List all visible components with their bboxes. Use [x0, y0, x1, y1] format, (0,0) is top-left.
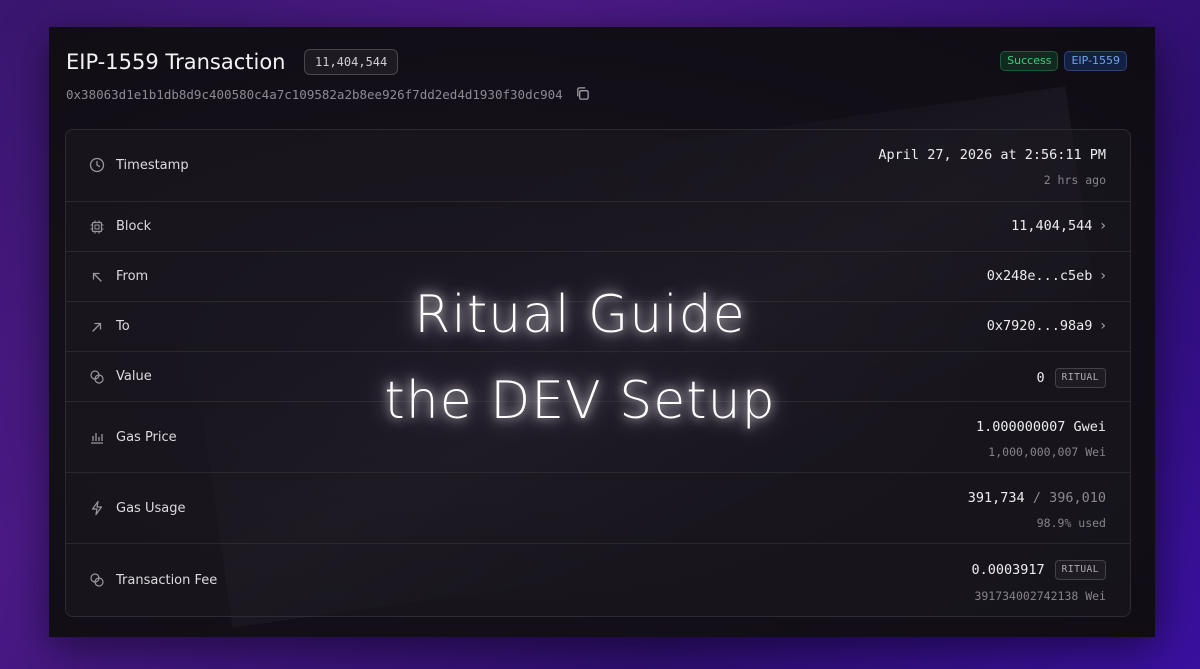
gas-used: 391,734	[967, 490, 1025, 506]
fee-wei: 391734002742138 Wei	[974, 589, 1106, 603]
gas-price-gwei: 1.000000007 Gwei	[975, 419, 1106, 435]
row-label: From	[116, 269, 149, 284]
timestamp-relative: 2 hrs ago	[1043, 173, 1106, 187]
row-to: To 0x7920...98a9 ›	[66, 301, 1130, 352]
gas-limit: 396,010	[1049, 490, 1106, 506]
to-address: 0x7920...98a9	[986, 318, 1093, 334]
from-address-link[interactable]: 0x248e...c5eb ›	[987, 268, 1106, 284]
fee-amount-wrap: 0.0003917 RITUAL	[972, 560, 1106, 580]
clock-icon	[89, 157, 105, 173]
gas-used-percent: 98.9% used	[1036, 516, 1106, 530]
unit-pill: RITUAL	[1054, 560, 1106, 580]
from-address: 0x248e...c5eb	[986, 268, 1093, 284]
timestamp-value: April 27, 2026 at 2:56:11 PM	[878, 147, 1106, 163]
row-label: Gas Usage	[116, 501, 186, 516]
row-label: To	[116, 319, 130, 334]
page-title: EIP-1559 Transaction	[66, 50, 286, 74]
coins-icon	[90, 370, 104, 384]
block-number-pill[interactable]: 11,404,544	[304, 49, 399, 75]
block-link[interactable]: 11,404,544 ›	[1011, 218, 1106, 234]
row-label: Transaction Fee	[116, 573, 218, 588]
arrow-up-left-icon	[92, 272, 102, 282]
row-transaction-fee: Transaction Fee 0.0003917 RITUAL 39173400…	[66, 543, 1130, 616]
row-label: Block	[116, 219, 152, 234]
unit-pill: RITUAL	[1054, 368, 1106, 388]
row-value: Value 0 RITUAL	[66, 351, 1130, 402]
bar-chart-icon	[91, 433, 103, 444]
row-timestamp: Timestamp April 27, 2026 at 2:56:11 PM 2…	[66, 130, 1130, 201]
transaction-details-table: Timestamp April 27, 2026 at 2:56:11 PM 2…	[65, 129, 1131, 617]
row-label: Timestamp	[116, 158, 189, 173]
chevron-right-icon: ›	[1100, 218, 1106, 234]
gas-separator: /	[1032, 490, 1041, 506]
coins-icon	[90, 573, 104, 587]
transaction-hash: 0x38063d1e1b1db8d9c400580c4a7c109582a2b8…	[66, 87, 563, 102]
row-gas-usage: Gas Usage 391,734 / 396,010 98.9% used	[66, 472, 1130, 544]
fee-amount: 0.0003917	[971, 562, 1045, 578]
gas-price-wei: 1,000,000,007 Wei	[988, 445, 1106, 459]
row-block: Block 11,404,544 ›	[66, 201, 1130, 252]
status-badge: Success	[1000, 51, 1059, 71]
status-badges: Success EIP-1559	[1000, 51, 1127, 71]
row-from: From 0x248e...c5eb ›	[66, 251, 1130, 302]
lightning-icon	[91, 500, 103, 516]
cpu-chip-icon	[90, 220, 104, 234]
to-address-link[interactable]: 0x7920...98a9 ›	[987, 318, 1106, 334]
copy-icon[interactable]	[575, 86, 590, 101]
tx-type-badge: EIP-1559	[1064, 51, 1127, 71]
value-amount-wrap: 0 RITUAL	[1037, 368, 1106, 388]
row-label: Value	[116, 369, 152, 384]
gas-usage-value: 391,734 / 396,010	[968, 490, 1106, 506]
row-label: Gas Price	[116, 430, 177, 445]
arrow-up-right-icon	[92, 322, 102, 332]
block-value: 11,404,544	[1011, 218, 1093, 234]
value-amount: 0	[1036, 370, 1045, 386]
chevron-right-icon: ›	[1100, 318, 1106, 334]
row-gas-price: Gas Price 1.000000007 Gwei 1,000,000,007…	[66, 401, 1130, 473]
transaction-card: EIP-1559 Transaction 11,404,544 0x38063d…	[49, 27, 1155, 637]
chevron-right-icon: ›	[1100, 268, 1106, 284]
